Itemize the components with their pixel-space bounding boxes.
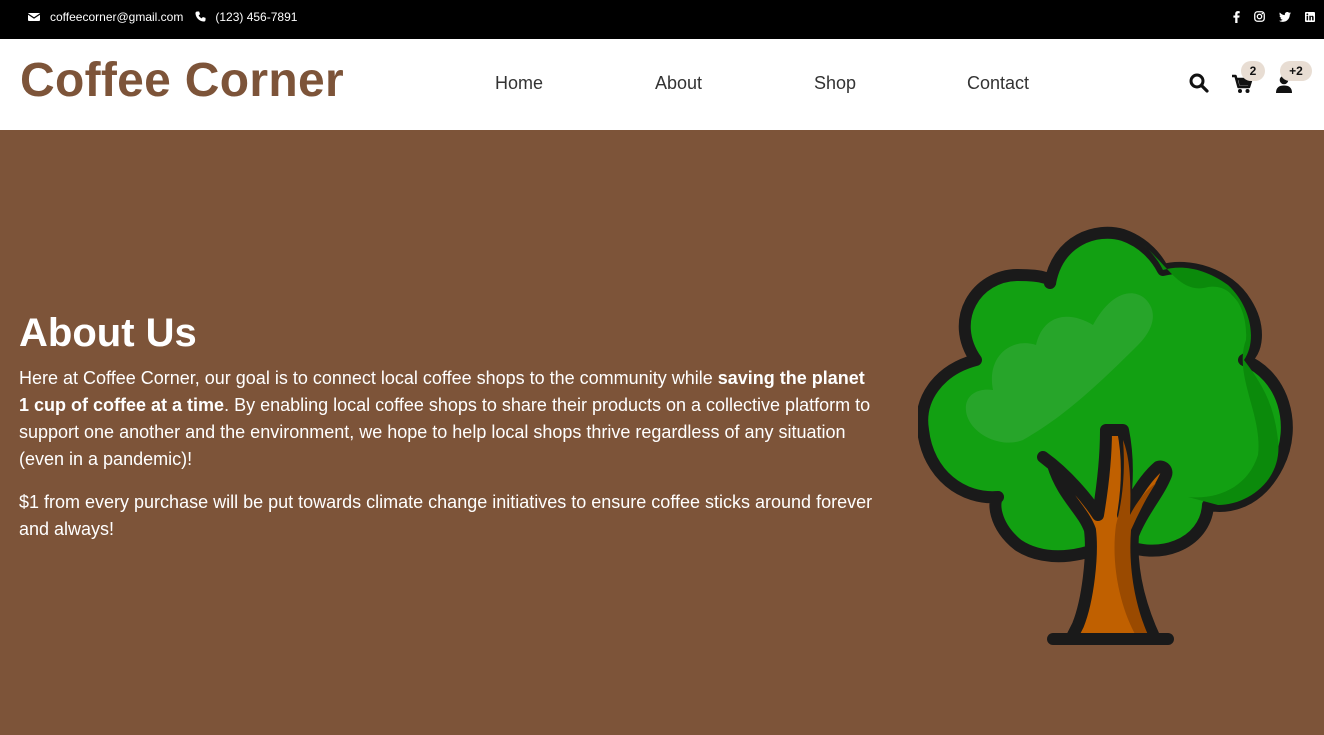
about-title: About Us	[19, 311, 197, 355]
email-link[interactable]: coffeecorner@gmail.com	[50, 10, 183, 24]
user-badge: +2	[1280, 61, 1312, 81]
contact-info: coffeecorner@gmail.com (123) 456-7891	[28, 0, 297, 33]
tree-illustration	[918, 226, 1293, 645]
nav-shop[interactable]: Shop	[814, 72, 856, 94]
search-icon[interactable]	[1189, 73, 1209, 93]
instagram-icon[interactable]	[1254, 11, 1265, 22]
about-text-start: Here at Coffee Corner, our goal is to co…	[19, 368, 718, 388]
about-paragraph-2: $1 from every purchase will be put towar…	[19, 492, 873, 539]
top-bar: coffeecorner@gmail.com (123) 456-7891	[0, 0, 1324, 39]
nav-about[interactable]: About	[655, 72, 702, 94]
twitter-icon[interactable]	[1279, 11, 1291, 22]
site-logo[interactable]: Coffee Corner	[20, 55, 344, 107]
facebook-icon[interactable]	[1233, 10, 1240, 23]
cart-count-badge: 2	[1241, 61, 1265, 81]
linkedin-icon[interactable]	[1305, 11, 1315, 22]
social-links	[1233, 0, 1315, 33]
main-navbar: Coffee Corner Home About Shop Contact 2 …	[0, 39, 1324, 130]
phone-link[interactable]: (123) 456-7891	[215, 10, 297, 24]
envelope-icon	[28, 12, 40, 22]
nav-home[interactable]: Home	[495, 72, 543, 94]
about-paragraph-1: Here at Coffee Corner, our goal is to co…	[19, 365, 879, 473]
phone-icon	[195, 11, 206, 22]
nav-contact[interactable]: Contact	[967, 72, 1029, 94]
about-section: About Us Here at Coffee Corner, our goal…	[0, 130, 1324, 735]
